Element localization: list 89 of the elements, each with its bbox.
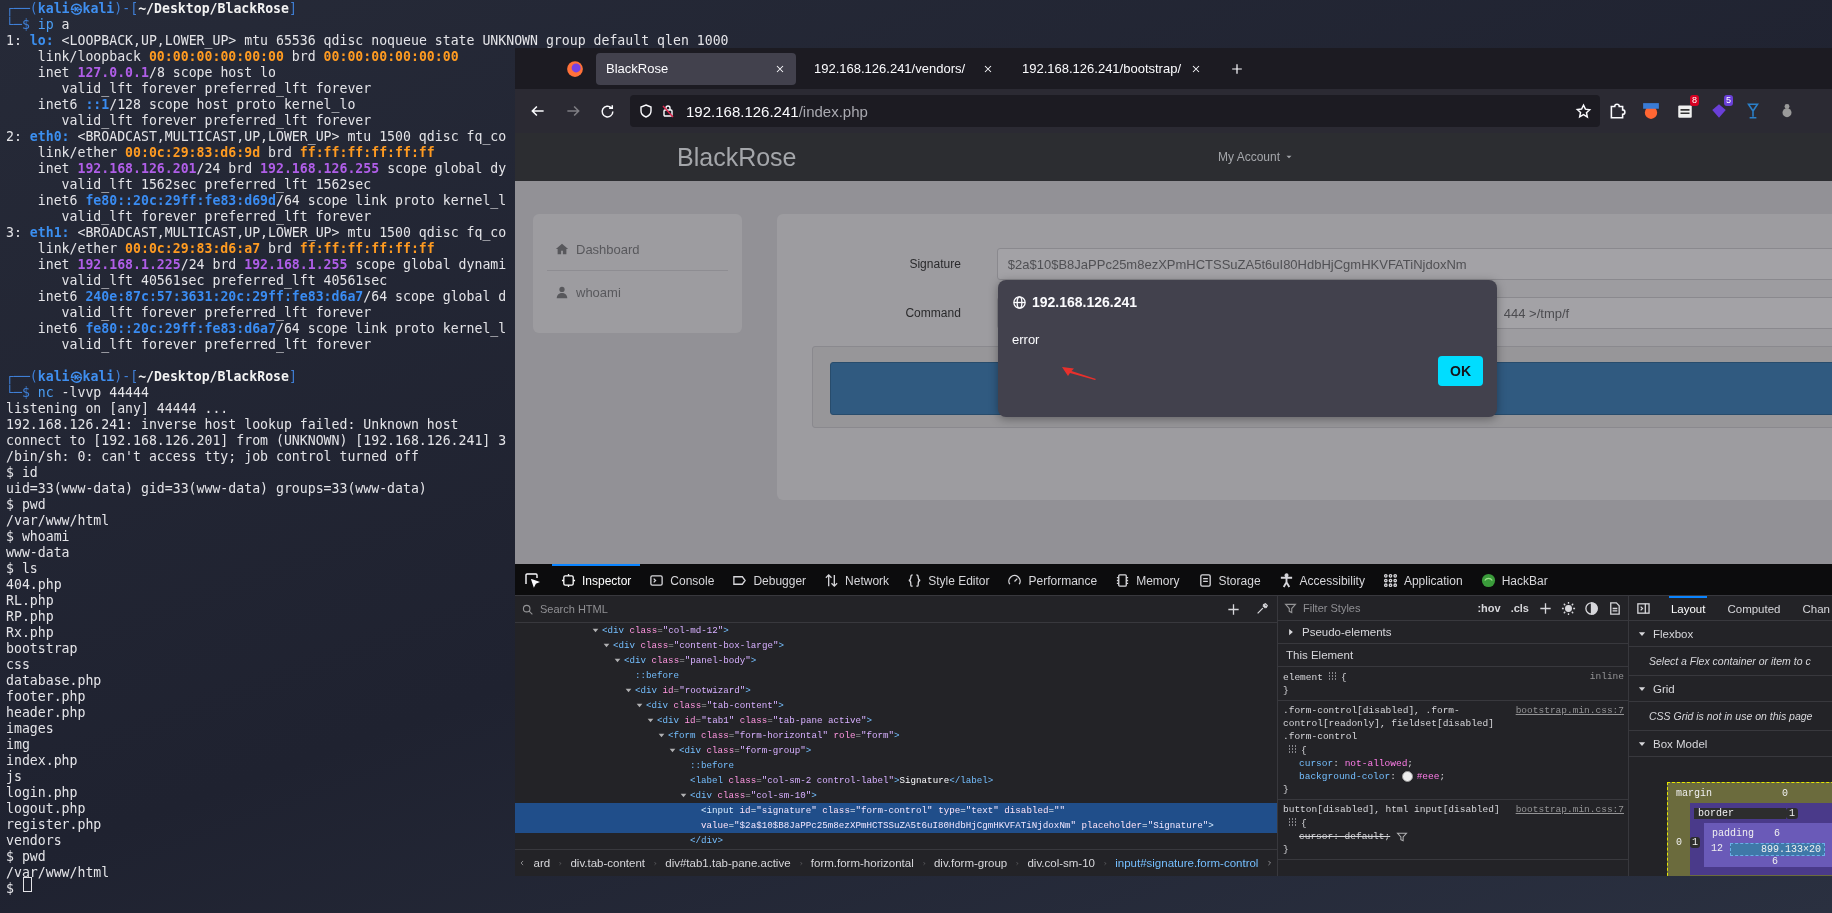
- terminal-line: └─$ ip a: [6, 17, 70, 33]
- terminal-line: Rx.php: [6, 625, 54, 641]
- tab-title: 192.168.126.241/vendors/: [814, 61, 966, 76]
- box-value: 12: [1710, 843, 1724, 854]
- dialog-message: error: [1012, 332, 1041, 347]
- terminal-line: images: [6, 721, 54, 737]
- brace: {: [1340, 672, 1347, 683]
- terminal-line: $ pwd: [6, 497, 46, 513]
- terminal-line: RL.php: [6, 593, 54, 609]
- field-label: Command: [904, 306, 961, 320]
- terminal-line: header.php: [6, 705, 86, 721]
- terminal-line: logout.php: [6, 801, 86, 817]
- css-selector: element: [1283, 671, 1323, 684]
- terminal-line: /var/www/html: [6, 865, 110, 881]
- css-selector: .form-control[disabled], .form-control[readonly], fieldset[disabled] .form-control: [1283, 704, 1495, 743]
- terminal-line: bootstrap: [6, 641, 78, 657]
- brace: }: [1283, 684, 1290, 697]
- terminal-line: www-data: [6, 545, 70, 561]
- info-text: CSS Grid is not in use on this page: [1629, 702, 1832, 731]
- terminal-line: /bin/sh: 0: can't access tty; job control turned off: [6, 449, 419, 465]
- terminal-line: ┌──(kali㉿kali)-[~/Desktop/BlackRose]: [6, 1, 297, 17]
- terminal-line: /var/www/html: [6, 513, 110, 529]
- terminal-line: valid_lft forever preferred_lft forever: [60, 81, 372, 97]
- terminal-line: connect to [192.168.126.201] from (UNKNOWN) [192.168.126.241] 3: [6, 433, 507, 449]
- box-value: 0: [1675, 836, 1683, 848]
- terminal-line: 2: eth0: <BROADCAST,MULTICAST,UP,LOWER_UP> mtu 1500 qdisc fq_co: [6, 129, 507, 145]
- terminal-line: 1: lo: <LOOPBACK,UP,LOWER_UP> mtu 65536 qdisc noqueue state UNKNOWN group default qlen 1000: [6, 33, 729, 49]
- terminal-line: uid=33(www-data) gid=33(www-data) groups=33(www-data): [6, 481, 427, 497]
- url-text: 192.168.126.241/index.php: [686, 102, 869, 120]
- box-value: 0: [1782, 787, 1788, 799]
- terminal-line: inet6 ::1/128 scope host proto kernel_lo: [36, 97, 356, 113]
- terminal-line: vendors: [6, 833, 62, 849]
- terminal-line: footer.php: [6, 689, 86, 705]
- badge: 8: [1690, 95, 1699, 106]
- terminal-prompt: $: [6, 881, 15, 897]
- box-value: 6: [1771, 856, 1779, 867]
- terminal-line: 192.168.126.241: inverse host lookup failed: Unknown host: [6, 417, 459, 433]
- terminal-line: $ whoami: [6, 529, 70, 545]
- brace: }: [1283, 843, 1290, 856]
- box-value: 6: [1774, 827, 1780, 839]
- field-label: Signature: [908, 257, 961, 271]
- box-value: 1: [1690, 837, 1700, 848]
- info-text: Select a Flex container or item to c: [1629, 647, 1832, 676]
- terminal-line: 3: eth1: <BROADCAST,MULTICAST,UP,LOWER_UP> mtu 1500 qdisc fq_co: [6, 225, 507, 241]
- terminal-line: 404.php: [6, 577, 62, 593]
- tab-title: BlackRose: [606, 61, 669, 76]
- terminal-line: link/ether 00:0c:29:83:d6:9d brd ff:ff:ff:ff:ff:ff: [36, 145, 435, 161]
- box-label: margin: [1675, 787, 1713, 799]
- terminal-line: valid_lft forever preferred_lft forever: [60, 305, 372, 321]
- dialog-title: 192.168.126.241: [1032, 294, 1138, 310]
- box-label: padding: [1711, 827, 1755, 839]
- box-value: 1: [1786, 807, 1798, 819]
- terminal-line: inet 192.168.126.201/24 brd 192.168.126.255 scope global dy: [36, 161, 507, 177]
- terminal-line: inet6 fe80::20c:29ff:fe83:d6a7/64 scope link proto kernel_l: [36, 321, 507, 337]
- terminal-line: ┌──(kali㉿kali)-[~/Desktop/BlackRose]: [6, 369, 297, 385]
- terminal-line: valid_lft forever preferred_lft forever: [60, 209, 372, 225]
- terminal-line: valid_lft forever preferred_lft forever: [60, 113, 372, 129]
- terminal-line: listening on [any] 44444 ...: [6, 401, 229, 417]
- terminal-line: inet 192.168.1.225/24 brd 192.168.1.255 scope global dynami: [36, 257, 507, 273]
- terminal-line: RP.php: [6, 609, 54, 625]
- terminal-line: $ pwd: [6, 849, 46, 865]
- terminal-line: $ ls: [6, 561, 38, 577]
- terminal-line: link/ether 00:0c:29:83:d6:a7 brd ff:ff:ff:ff:ff:ff: [36, 241, 435, 257]
- css-selector: button[disabled], html input[disabled]: [1283, 803, 1500, 816]
- section-header: This Element: [1286, 649, 1354, 661]
- content-box: 899.133×20: [1730, 843, 1825, 856]
- terminal-line: css: [6, 657, 30, 673]
- terminal-line: valid_lft 40561sec preferred_lft 40561sec: [60, 273, 388, 289]
- terminal-line: $ id: [6, 465, 38, 481]
- tab-title: 192.168.126.241/bootstrap/: [1022, 61, 1182, 76]
- terminal-line: js: [6, 769, 22, 785]
- terminal-line: index.php: [6, 753, 78, 769]
- terminal-line: inet6 240e:87c:57:3631:20c:29ff:fe83:d6a7/64 scope global d: [36, 289, 507, 305]
- brace: {: [1301, 818, 1307, 829]
- brace: {: [1301, 745, 1307, 756]
- terminal-line: inet 127.0.0.1/8 scope host lo: [36, 65, 276, 81]
- terminal-line: link/loopback 00:00:00:00:00:00 brd 00:00:00:00:00:00: [36, 49, 459, 65]
- box-label: border: [1694, 807, 1786, 819]
- source-label: inline: [1589, 670, 1624, 684]
- badge: 5: [1724, 95, 1733, 106]
- terminal-line: valid_lft 1562sec preferred_lft 1562sec: [60, 177, 372, 193]
- terminal-line: img: [6, 737, 30, 753]
- terminal-line: inet6 fe80::20c:29ff:fe83:d69d/64 scope link proto kernel_l: [36, 193, 507, 209]
- brace: }: [1283, 783, 1290, 796]
- terminal-line: database.php: [6, 673, 102, 689]
- terminal-line: valid_lft forever preferred_lft forever: [60, 337, 372, 353]
- terminal-line: └─$ nc -lvvp 44444: [6, 385, 149, 401]
- terminal-line: register.php: [6, 817, 102, 833]
- terminal-line: login.php: [6, 785, 78, 801]
